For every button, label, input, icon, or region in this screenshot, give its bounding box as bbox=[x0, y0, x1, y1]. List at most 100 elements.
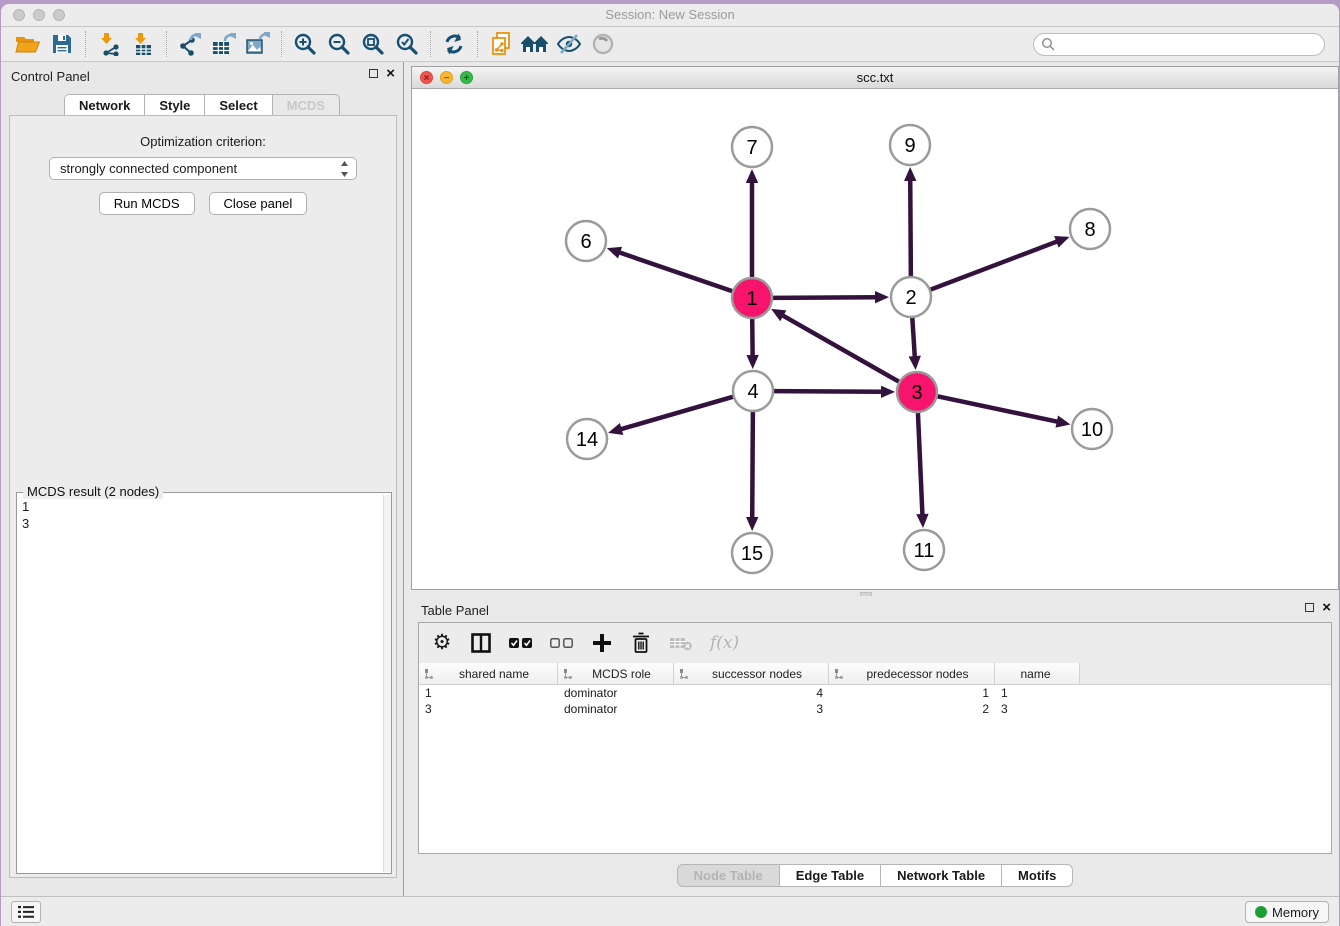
zoom-selected-icon[interactable] bbox=[390, 29, 424, 59]
result-scrollbar[interactable] bbox=[383, 495, 391, 872]
graph-edge[interactable] bbox=[618, 252, 732, 291]
column-header-predecessor-nodes[interactable]: predecessor nodes bbox=[829, 663, 995, 684]
edge-arrowhead-icon bbox=[746, 517, 758, 531]
tab-network-table[interactable]: Network Table bbox=[880, 864, 1001, 887]
tab-network[interactable]: Network bbox=[64, 94, 144, 116]
plus-icon[interactable] bbox=[591, 630, 613, 656]
graph-edge[interactable] bbox=[910, 179, 911, 276]
tab-motifs[interactable]: Motifs bbox=[1001, 864, 1073, 887]
graph-edge[interactable] bbox=[938, 396, 1059, 422]
table-header: shared name MCDS role successor nodes bbox=[419, 663, 1331, 685]
network-canvas[interactable]: 7 9 6 8 1 2 4 3 14 10 15 11 bbox=[412, 89, 1338, 589]
svg-text:1: 1 bbox=[746, 288, 757, 310]
graph-node[interactable]: 2 bbox=[891, 277, 931, 317]
search-icon bbox=[1041, 37, 1056, 57]
folder-open-icon[interactable] bbox=[11, 29, 45, 59]
gear-icon[interactable]: ⚙ bbox=[431, 630, 453, 656]
main-toolbar bbox=[1, 27, 1339, 62]
float-table-panel-icon[interactable] bbox=[1305, 603, 1314, 612]
svg-text:2: 2 bbox=[905, 287, 916, 309]
float-panel-icon[interactable] bbox=[369, 69, 378, 78]
graph-edge[interactable] bbox=[912, 318, 915, 358]
zoom-in-icon[interactable] bbox=[288, 29, 322, 59]
eye-icon[interactable] bbox=[586, 29, 620, 59]
svg-text:14: 14 bbox=[576, 429, 598, 451]
column-header-mcds-role[interactable]: MCDS role bbox=[558, 663, 674, 684]
delete-table-icon[interactable] bbox=[669, 630, 693, 656]
edge-arrowhead-icon bbox=[909, 356, 921, 370]
tab-select[interactable]: Select bbox=[204, 94, 271, 116]
svg-text:3: 3 bbox=[911, 382, 922, 404]
memory-label: Memory bbox=[1272, 905, 1319, 920]
graph-node[interactable]: 1 bbox=[732, 278, 772, 318]
graph-edge[interactable] bbox=[774, 391, 883, 392]
tab-edge-table[interactable]: Edge Table bbox=[779, 864, 880, 887]
unchecked-boxes-icon[interactable] bbox=[550, 630, 574, 656]
refresh-icon[interactable] bbox=[437, 29, 471, 59]
svg-text:7: 7 bbox=[746, 137, 757, 159]
tab-mcds[interactable]: MCDS bbox=[272, 94, 340, 116]
zoom-fit-icon[interactable] bbox=[356, 29, 390, 59]
network-graph: 7 9 6 8 1 2 4 3 14 10 15 11 bbox=[412, 89, 1338, 589]
tab-node-table[interactable]: Node Table bbox=[677, 864, 779, 887]
graph-node[interactable]: 14 bbox=[567, 419, 607, 459]
graph-node[interactable]: 8 bbox=[1070, 209, 1110, 249]
svg-text:15: 15 bbox=[741, 543, 763, 565]
table-cell: 1 bbox=[829, 685, 995, 701]
criterion-select[interactable]: strongly connected component bbox=[49, 157, 357, 180]
network-window: × − + scc.txt 7 9 6 8 1 2 4 3 14 10 15 11 bbox=[411, 66, 1339, 590]
graph-node[interactable]: 4 bbox=[733, 371, 773, 411]
save-icon[interactable] bbox=[45, 29, 79, 59]
graph-node[interactable]: 15 bbox=[732, 533, 772, 573]
close-panel-button[interactable]: Close panel bbox=[209, 192, 308, 215]
mcds-result-group: MCDS result (2 nodes) 13 bbox=[16, 492, 392, 874]
export-image-icon[interactable] bbox=[241, 29, 275, 59]
column-header-successor-nodes[interactable]: successor nodes bbox=[674, 663, 829, 684]
run-mcds-button[interactable]: Run MCDS bbox=[99, 192, 195, 215]
zoom-out-icon[interactable] bbox=[322, 29, 356, 59]
column-flag-icon bbox=[834, 668, 845, 680]
table-tabs: Node Table Edge Table Network Table Moti… bbox=[411, 864, 1339, 887]
trash-icon[interactable] bbox=[630, 630, 652, 656]
graph-edge[interactable] bbox=[931, 241, 1059, 289]
function-icon[interactable]: f(x) bbox=[710, 630, 739, 656]
task-history-button[interactable] bbox=[11, 901, 41, 923]
graph-node[interactable]: 3 bbox=[897, 372, 937, 412]
graph-node[interactable]: 6 bbox=[566, 221, 606, 261]
close-table-panel-icon[interactable]: × bbox=[1322, 602, 1331, 613]
export-network-icon[interactable] bbox=[173, 29, 207, 59]
import-table-icon[interactable] bbox=[126, 29, 160, 59]
graph-edge[interactable] bbox=[620, 397, 733, 430]
export-table-icon[interactable] bbox=[207, 29, 241, 59]
column-header-name[interactable]: name bbox=[995, 663, 1080, 684]
graph-node[interactable]: 9 bbox=[890, 125, 930, 165]
graph-node[interactable]: 11 bbox=[904, 530, 944, 570]
houses-icon[interactable] bbox=[518, 29, 552, 59]
split-column-icon[interactable] bbox=[470, 630, 492, 656]
workspace: Control Panel × Network Style Select MCD… bbox=[1, 62, 1339, 896]
copy-network-icon[interactable] bbox=[484, 29, 518, 59]
mcds-result-text[interactable]: 13 bbox=[17, 495, 383, 873]
memory-status-icon bbox=[1255, 906, 1267, 918]
graph-edge[interactable] bbox=[782, 315, 899, 382]
table-cell: 4 bbox=[674, 685, 829, 701]
table-row[interactable]: 3dominator323 bbox=[419, 701, 1331, 717]
eye-slash-icon[interactable] bbox=[552, 29, 586, 59]
graph-edge[interactable] bbox=[773, 297, 877, 298]
graph-node[interactable]: 7 bbox=[732, 127, 772, 167]
graph-edge[interactable] bbox=[918, 413, 923, 516]
session-title: Session: New Session bbox=[1, 7, 1339, 22]
memory-button[interactable]: Memory bbox=[1245, 901, 1329, 923]
checked-boxes-icon[interactable] bbox=[509, 630, 533, 656]
table-row[interactable]: 1dominator411 bbox=[419, 685, 1331, 701]
network-window-titlebar[interactable]: × − + scc.txt bbox=[412, 67, 1338, 89]
tab-style[interactable]: Style bbox=[144, 94, 204, 116]
search-input[interactable] bbox=[1033, 33, 1325, 56]
graph-edge[interactable] bbox=[752, 412, 753, 519]
close-panel-icon[interactable]: × bbox=[386, 68, 395, 79]
table-cell: 3 bbox=[995, 701, 1080, 717]
graph-node[interactable]: 10 bbox=[1072, 409, 1112, 449]
import-network-icon[interactable] bbox=[92, 29, 126, 59]
node-table-body: 1dominator4113dominator323 bbox=[419, 685, 1331, 853]
column-header-shared-name[interactable]: shared name bbox=[419, 663, 558, 684]
